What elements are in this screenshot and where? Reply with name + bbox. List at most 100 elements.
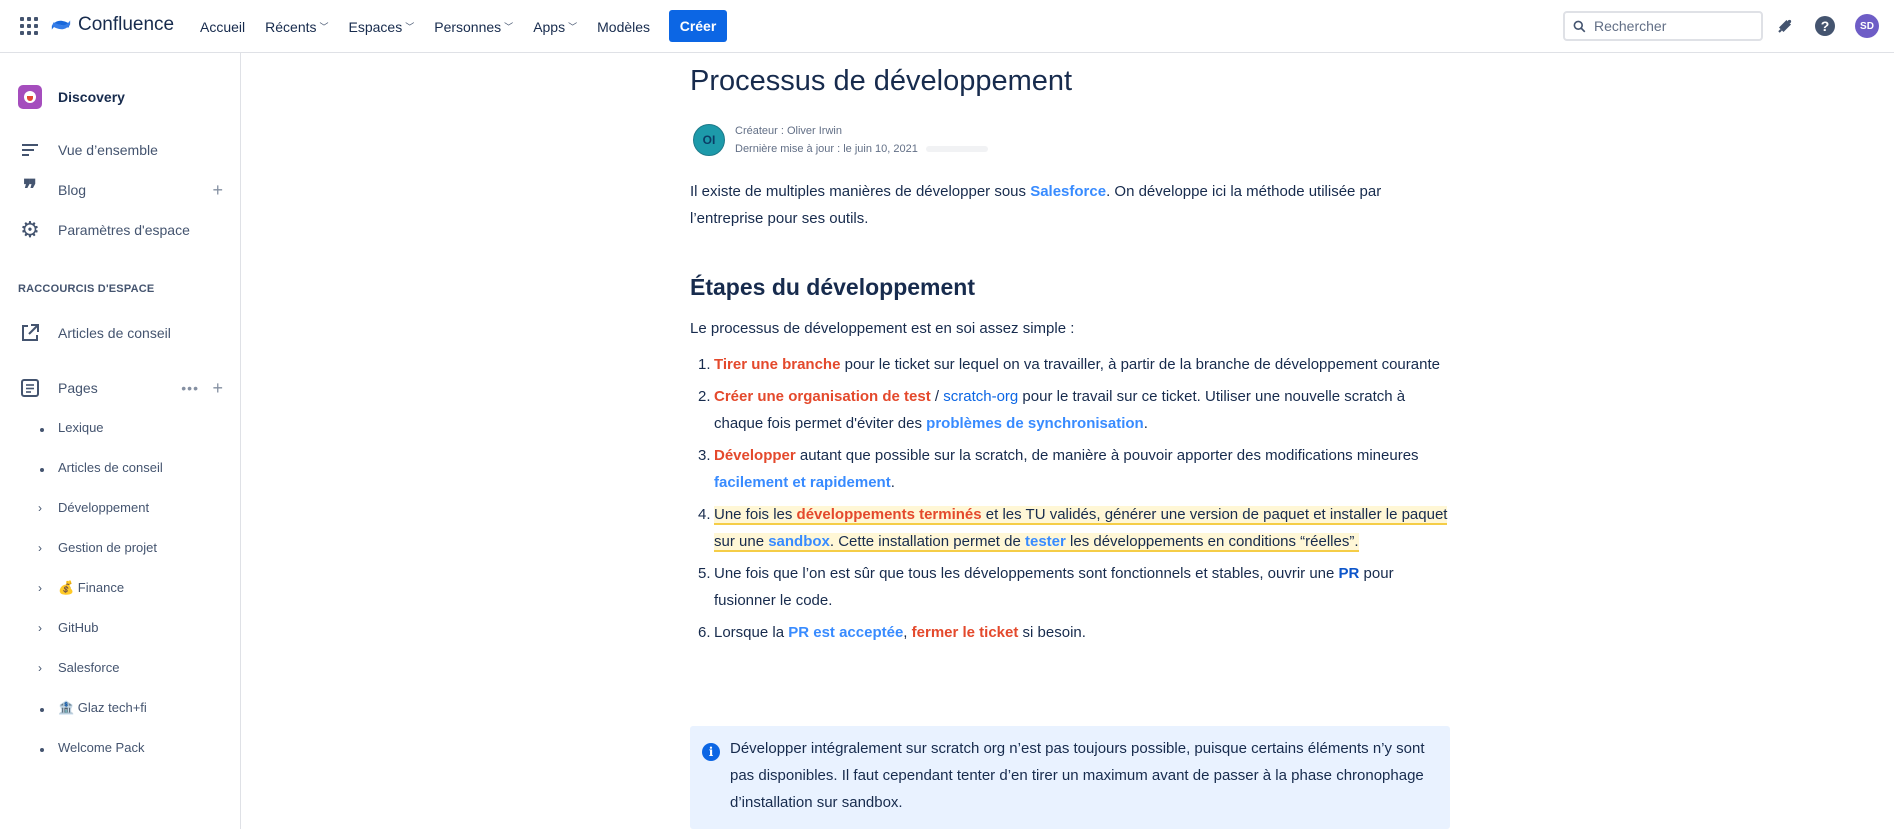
nav-accueil[interactable]: Accueil	[200, 19, 245, 35]
search-box[interactable]	[1563, 11, 1763, 41]
page-tree-label: Salesforce	[58, 660, 120, 675]
list-number: 3.	[698, 447, 711, 464]
nav-personnes[interactable]: Personnes ﹀	[434, 19, 513, 35]
byline-placeholder	[925, 146, 988, 153]
list-number: 1.	[698, 356, 711, 373]
help-button[interactable]: ?	[1814, 15, 1836, 37]
list-item: 5. Une fois que l’on est sûr que tous les…	[690, 560, 1450, 614]
page-tree-item[interactable]: › GitHub	[38, 620, 98, 635]
list-number: 5.	[698, 565, 711, 582]
sidebar-item-label: Vue d’ensemble	[58, 142, 158, 158]
top-navigation-bar: Confluence Accueil Récents ﹀ Espaces ﹀ Per…	[0, 0, 1894, 53]
highlighted-text: Une fois les développements terminés et …	[714, 506, 1448, 552]
page-tree-item[interactable]: Welcome Pack	[38, 740, 144, 755]
page-byline: OI Créateur : Oliver Irwin Dernière mise…	[693, 122, 988, 158]
text: autant que possible sur la scratch, de m…	[795, 447, 1419, 464]
create-button[interactable]: Créer	[669, 10, 727, 42]
confluence-logo[interactable]: Confluence	[50, 14, 174, 36]
bullet-icon	[40, 747, 44, 752]
page-tree-item[interactable]: › 💰 Finance	[38, 580, 124, 596]
help-icon: ?	[1815, 16, 1835, 36]
text: les développements en conditions “réelle…	[1065, 533, 1359, 550]
page-tree-item[interactable]: › Gestion de projet	[38, 540, 157, 555]
bullet-icon	[40, 427, 44, 432]
page-tree-item[interactable]: › Salesforce	[38, 660, 119, 675]
add-page-icon[interactable]: +	[212, 378, 223, 399]
text: PR est acceptée	[788, 624, 904, 641]
sidebar-item-label: Pages	[58, 380, 98, 396]
chevron-right-icon[interactable]: ›	[38, 541, 42, 555]
nav-label: Accueil	[200, 18, 246, 35]
text: si besoin.	[1018, 624, 1086, 641]
nav-espaces[interactable]: Espaces ﹀	[349, 19, 415, 35]
scratch-org-link[interactable]: scratch-org	[943, 388, 1018, 405]
list-item: 1. Tirer une branche pour le ticket sur l…	[690, 351, 1450, 378]
list-item: 6. Lorsque la PR est acceptée, fermer le …	[690, 619, 1450, 646]
sidebar-item-pages[interactable]: Pages ••• +	[18, 376, 223, 400]
add-blog-icon[interactable]: +	[212, 180, 223, 201]
text: facilement et rapidement	[714, 474, 891, 491]
user-avatar[interactable]: SD	[1855, 14, 1879, 38]
more-options-icon[interactable]: •••	[181, 380, 199, 396]
bullet-icon	[40, 708, 44, 712]
text: Créer une organisation de test	[714, 388, 931, 405]
text: Lorsque la	[714, 624, 789, 641]
nav-modeles[interactable]: Modèles	[597, 19, 650, 35]
shortcut-label: Articles de conseil	[58, 325, 171, 341]
chevron-right-icon[interactable]: ›	[38, 501, 42, 515]
creator-text: Créateur : Oliver Irwin	[735, 125, 842, 137]
chevron-down-icon: ﹀	[319, 22, 329, 32]
nav-apps[interactable]: Apps ﹀	[533, 19, 577, 35]
page-tree-label: Développement	[58, 500, 150, 515]
chevron-down-icon: ﹀	[405, 22, 415, 32]
text: fermer le ticket	[911, 624, 1019, 641]
notifications-icon[interactable]	[1774, 15, 1796, 37]
steps-list: 1. Tirer une branche pour le ticket sur l…	[690, 351, 1450, 651]
app-switcher-icon[interactable]	[20, 17, 38, 35]
app-name: Confluence	[78, 14, 175, 35]
page-tree-item[interactable]: › Développement	[38, 500, 149, 515]
search-input[interactable]	[1594, 18, 1754, 34]
chevron-right-icon[interactable]: ›	[38, 661, 42, 675]
page-tree-item[interactable]: Articles de conseil	[38, 460, 163, 475]
author-avatar[interactable]: OI	[693, 124, 725, 156]
nav-label: Espaces	[348, 18, 403, 35]
intro-paragraph: Il existe de multiples manières de dével…	[690, 178, 1430, 232]
text: ,	[903, 624, 912, 641]
sidebar-item-label: Blog	[58, 182, 87, 198]
text: sandbox	[768, 533, 830, 550]
page-tree-label: Lexique	[58, 420, 104, 435]
page-tree-label: Articles de conseil	[58, 460, 163, 475]
sidebar-item-blog[interactable]: ❞ Blog +	[18, 177, 223, 203]
text: . Cette installation permet de	[829, 533, 1025, 550]
chevron-right-icon[interactable]: ›	[38, 621, 42, 635]
chevron-down-icon: ﹀	[568, 22, 578, 32]
list-number: 6.	[698, 624, 711, 641]
bullet-icon	[40, 467, 44, 472]
list-item: 4. Une fois les développements terminés e…	[690, 501, 1450, 555]
salesforce-highlight: Salesforce	[1030, 183, 1107, 200]
main-nav: Accueil Récents ﹀ Espaces ﹀ Personnes ﹀ App…	[200, 0, 670, 53]
pages-icon	[18, 376, 42, 400]
gear-icon: ⚙	[20, 217, 40, 242]
page-tree-label: GitHub	[58, 620, 99, 635]
shortcuts-heading: RACCOURCIS D'ESPACE	[18, 283, 155, 295]
text: Il existe de multiples manières de dével…	[690, 183, 1031, 200]
text: .	[1143, 415, 1148, 432]
nav-label: Modèles	[597, 18, 651, 35]
text: problèmes de synchronisation	[926, 415, 1144, 432]
shortcut-articles-de-conseil[interactable]: Articles de conseil	[18, 321, 223, 345]
sidebar-item-space-settings[interactable]: ⚙ Paramètres d'espace	[18, 217, 223, 242]
nav-recents[interactable]: Récents ﹀	[265, 19, 328, 35]
text: .	[890, 474, 895, 491]
lead-paragraph: Le processus de développement est en soi…	[690, 320, 1075, 337]
space-header[interactable]: Discovery	[18, 85, 125, 109]
sidebar-item-overview[interactable]: Vue d’ensemble	[18, 138, 223, 162]
space-avatar-icon	[18, 85, 42, 109]
overview-icon	[18, 138, 42, 162]
chevron-down-icon: ﹀	[504, 22, 514, 32]
page-tree-item[interactable]: Lexique	[38, 420, 104, 435]
chevron-right-icon[interactable]: ›	[38, 581, 42, 595]
page-tree-item[interactable]: 🏦 Glaz tech+fi	[38, 700, 147, 716]
info-text: Développer intégralement sur scratch org…	[730, 740, 1425, 811]
